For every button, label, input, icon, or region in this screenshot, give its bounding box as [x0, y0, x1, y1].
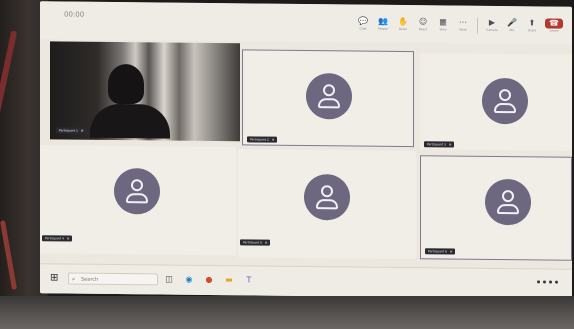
avatar-shoulders	[318, 98, 340, 109]
mic-off-icon: ⊘	[448, 142, 452, 147]
avatar-head	[321, 185, 333, 198]
participant-nameplate: Participant 4 ⊘	[42, 235, 73, 242]
tray-dot	[537, 280, 540, 284]
mic-off-icon: ⊘	[66, 236, 70, 241]
avatar-shoulders	[497, 204, 519, 215]
camera-button-label: Camera	[486, 27, 498, 33]
windows-start-icon[interactable]: ⊞	[50, 272, 58, 283]
participant-nameplate: Participant 5 ⊘	[240, 239, 271, 246]
participant-tile[interactable]: Participant 5 ⊘	[238, 149, 416, 260]
edge-icon[interactable]: ◉	[182, 272, 196, 286]
avatar-head	[499, 89, 511, 102]
participant-name: Participant 3	[427, 142, 446, 147]
avatar-head	[323, 84, 335, 97]
view-button[interactable]: ▦ View	[435, 17, 451, 37]
share-button-label: Share	[527, 28, 537, 33]
participant-nameplate: Participant 2 ⊘	[247, 136, 278, 143]
leave-button-label: Leave	[549, 28, 559, 33]
teams-icon[interactable]: T	[242, 272, 256, 286]
raise-hand-button-label: Raise	[398, 26, 408, 32]
people-button[interactable]: 👥 People	[375, 17, 391, 37]
tray-dot	[543, 280, 546, 284]
file-explorer-icon[interactable]: ▬	[222, 272, 236, 286]
more-button[interactable]: ⋯ More	[455, 18, 471, 38]
chrome-icon[interactable]: ●	[202, 272, 216, 286]
raise-hand-icon: ✋	[398, 16, 408, 27]
people-button-label: People	[378, 26, 388, 31]
person-placeholder-icon	[304, 173, 350, 221]
camera-icon: ▶	[488, 17, 496, 27]
participant-nameplate: Participant 6 ⊘	[425, 248, 456, 255]
more-icon: ⋯	[459, 17, 467, 27]
participant-tile[interactable]: Participant 2 ⊘	[242, 49, 414, 148]
participant-nameplate: Participant 3 ⊘	[424, 141, 455, 148]
mic-off-icon: ⊘	[80, 128, 84, 133]
react-button[interactable]: ☺ React	[415, 17, 431, 37]
raise-hand-button[interactable]: ✋ Raise	[395, 17, 411, 37]
participant-name: Participant 2	[250, 137, 269, 142]
chat-button-label: Chat	[359, 26, 367, 31]
share-icon: ⬆	[528, 18, 536, 28]
people-icon: 👥	[378, 16, 388, 26]
chat-button[interactable]: 💬 Chat	[355, 17, 371, 37]
avatar-head	[131, 179, 143, 192]
view-icon: ▦	[439, 17, 447, 27]
avatar-shoulders	[316, 199, 338, 210]
participant-tile[interactable]: Participant 6 ⊘	[420, 155, 572, 261]
leave-button[interactable]: ☎ Leave	[544, 18, 564, 38]
avatar-shoulders	[494, 102, 516, 114]
tray-dot	[549, 280, 552, 284]
participant-name: Participant 6	[428, 249, 447, 254]
participant-tile[interactable]: Participant 1 ⊘	[50, 41, 240, 142]
person-placeholder-icon	[306, 73, 352, 120]
laptop-base	[0, 296, 574, 329]
leave-icon: ☎	[545, 18, 563, 29]
more-button-label: More	[459, 27, 467, 32]
mic-off-icon: ⊘	[271, 137, 275, 142]
mic-off-icon: ⊘	[449, 249, 453, 254]
participant-tile[interactable]: Participant 3 ⊘	[420, 53, 572, 151]
participant-video-body	[90, 103, 170, 139]
participant-name: Participant 5	[243, 240, 262, 245]
system-tray[interactable]	[537, 280, 558, 284]
share-button[interactable]: ⬆ Share	[524, 18, 540, 38]
react-button-label: React	[418, 27, 428, 32]
gallery-view: Participant 1 ⊘ Participant 2 ⊘ Participan…	[40, 39, 572, 269]
meeting-top-bar: 00:00 💬 Chat 👥 People ✋ Raise ☺ React ▦ View ⋯ More…	[40, 1, 572, 45]
person-placeholder-icon	[485, 178, 531, 226]
mic-button[interactable]: 🎤 Mic	[504, 18, 520, 38]
participant-name: Participant 4	[45, 236, 64, 241]
react-icon: ☺	[418, 17, 428, 27]
tray-dot	[555, 280, 558, 284]
task-view-icon[interactable]: ◫	[162, 271, 176, 285]
camera-button[interactable]: ▶ Camera	[484, 18, 500, 38]
mic-icon: 🎤	[507, 18, 517, 28]
participant-name: Participant 1	[59, 128, 78, 133]
chat-icon: 💬	[358, 16, 368, 26]
toolbar-separator	[477, 17, 478, 34]
participant-tile[interactable]: Participant 4 ⊘	[40, 145, 236, 256]
avatar-head	[502, 190, 514, 203]
taskbar-pinned-apps: ◫ ◉ ● ▬ T	[162, 271, 256, 286]
person-placeholder-icon	[482, 77, 528, 125]
mic-off-icon: ⊘	[264, 240, 268, 245]
person-placeholder-icon	[114, 167, 160, 215]
taskbar-search-input[interactable]: ⌕ Search	[68, 272, 158, 286]
avatar-shoulders	[126, 193, 148, 204]
search-placeholder: Search	[81, 276, 99, 283]
windows-taskbar: ⊞ ⌕ Search ◫ ◉ ● ▬ T	[40, 263, 572, 299]
participant-nameplate: Participant 1 ⊘	[56, 127, 87, 134]
mic-button-label: Mic	[509, 28, 515, 33]
view-button-label: View	[439, 27, 447, 32]
meeting-toolbar: 💬 Chat 👥 People ✋ Raise ☺ React ▦ View ⋯ More ▶ Camer…	[355, 17, 564, 39]
laptop-screen: 00:00 💬 Chat 👥 People ✋ Raise ☺ React ▦ View ⋯ More…	[40, 1, 572, 299]
meeting-timer: 00:00	[64, 10, 85, 19]
participant-video-silhouette	[108, 63, 144, 105]
search-icon: ⌕	[72, 275, 76, 283]
